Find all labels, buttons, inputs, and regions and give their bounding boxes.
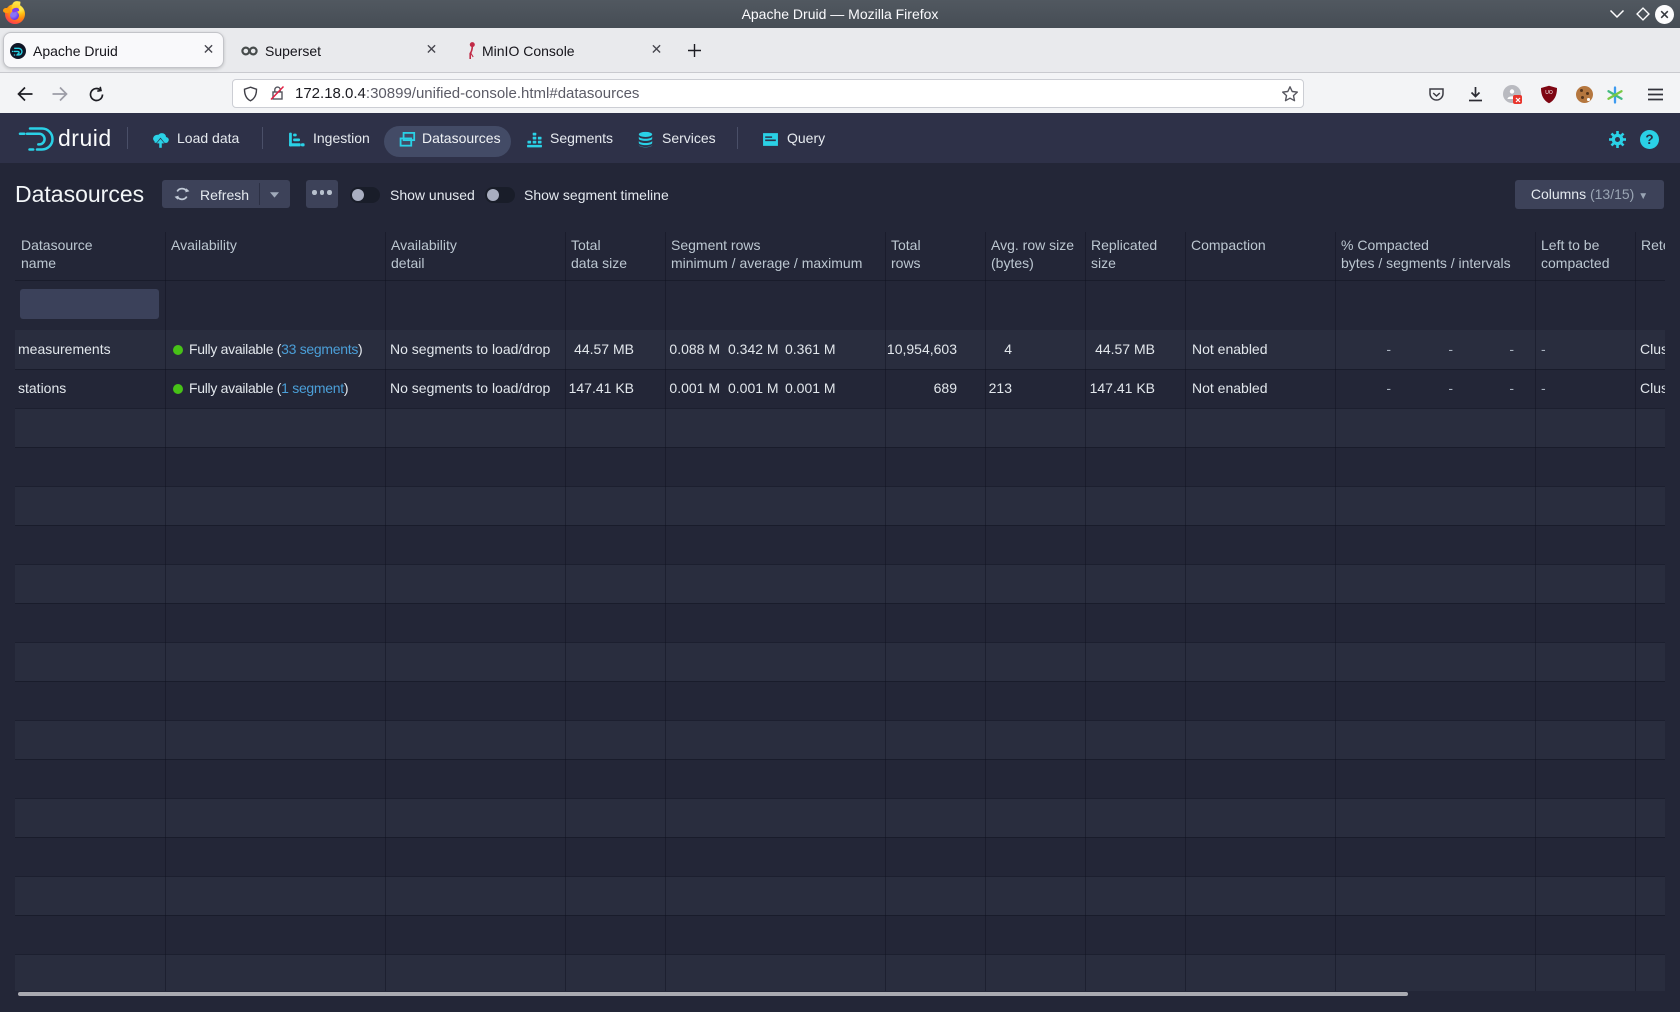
svg-text:UO: UO: [1545, 90, 1553, 96]
